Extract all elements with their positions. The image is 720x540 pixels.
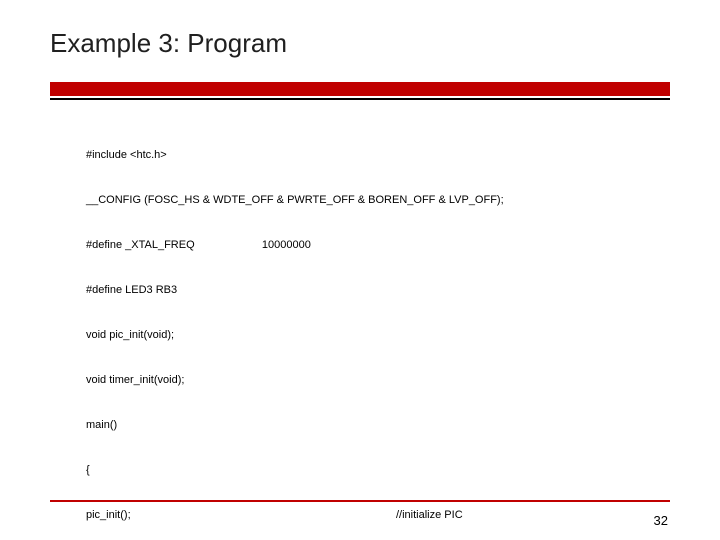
- code-line: pic_init();: [86, 508, 396, 523]
- code-line: void pic_init(void);: [86, 328, 396, 343]
- code-line: #define LED3 RB3: [86, 283, 396, 298]
- footer-rule: [50, 500, 670, 502]
- code-line: void timer_init(void);: [86, 373, 396, 388]
- code-line: __CONFIG (FOSC_HS & WDTE_OFF & PWRTE_OFF…: [86, 193, 504, 208]
- code-comment: //initialize PIC: [396, 508, 463, 523]
- code-line: #include <htc.h>: [86, 148, 396, 163]
- title-underline-thick: [50, 82, 670, 96]
- code-line: main(): [86, 418, 396, 433]
- slide-title: Example 3: Program: [50, 28, 287, 59]
- slide: Example 3: Program #include <htc.h> __CO…: [0, 0, 720, 540]
- code-block: #include <htc.h> __CONFIG (FOSC_HS & WDT…: [86, 118, 660, 540]
- code-line: #define _XTAL_FREQ 10000000: [86, 238, 396, 253]
- code-line: {: [86, 463, 396, 478]
- page-number: 32: [654, 513, 668, 528]
- title-underline-thin: [50, 98, 670, 100]
